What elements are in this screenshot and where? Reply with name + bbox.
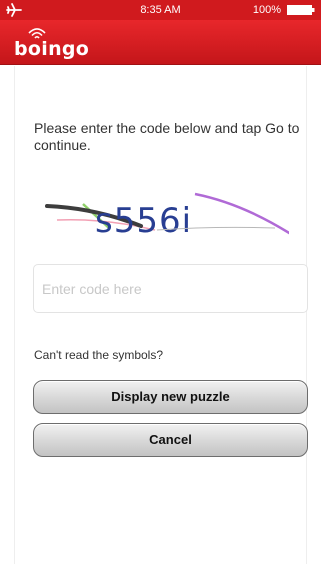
status-bar: 8:35 AM 100% xyxy=(0,0,321,20)
display-new-puzzle-button[interactable]: Display new puzzle xyxy=(33,380,308,414)
captcha-panel: Please enter the code below and tap Go t… xyxy=(14,66,308,564)
nav-bar: boingo xyxy=(0,20,321,65)
brand-name: boingo xyxy=(14,38,90,60)
brand-logo: boingo xyxy=(14,26,104,60)
cant-read-label: Can't read the symbols? xyxy=(34,348,164,362)
instructions-text: Please enter the code below and tap Go t… xyxy=(34,120,300,153)
captcha-text: s556i xyxy=(95,201,192,241)
captcha-image: s556i xyxy=(45,192,289,241)
code-input[interactable] xyxy=(33,264,308,313)
battery-icon xyxy=(287,5,315,15)
battery-percent: 100% xyxy=(252,4,281,16)
cancel-button[interactable]: Cancel xyxy=(33,423,308,457)
